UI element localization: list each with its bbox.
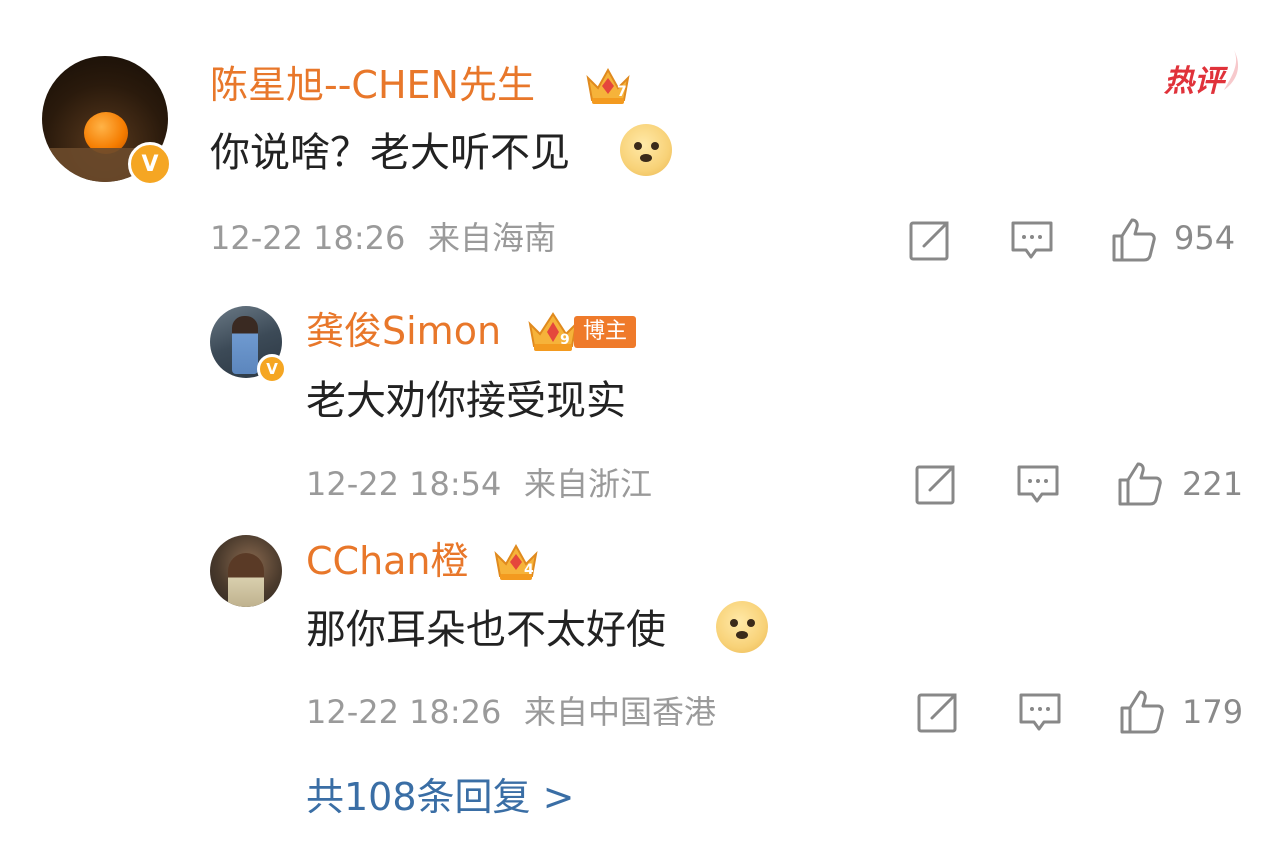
location: 来自中国香港 (524, 693, 717, 731)
username[interactable]: 龚俊Simon (306, 308, 501, 354)
avatar[interactable] (210, 535, 282, 607)
comment-text: 你说啥？老大听不见 (210, 130, 570, 176)
share-icon[interactable] (908, 218, 952, 262)
doge-emoji (620, 124, 672, 176)
comment-icon[interactable] (1018, 690, 1062, 734)
person-figure (228, 553, 264, 607)
location: 来自海南 (428, 219, 557, 257)
comment-text: 老大劝你接受现实 (306, 378, 626, 424)
flame-icon (1224, 50, 1239, 90)
comment-icon[interactable] (1016, 462, 1060, 506)
verified-v-icon: V (128, 142, 172, 186)
blogger-badge: 博主 (574, 316, 636, 348)
verified-v-icon: V (257, 354, 287, 384)
comment-icon[interactable] (1010, 218, 1054, 262)
crown-level: 4 (524, 562, 534, 578)
timestamp: 12-22 18:26 (306, 693, 502, 731)
crown-level: 7 (617, 84, 627, 100)
crown-level: 9 (560, 332, 570, 348)
person-figure (232, 316, 258, 374)
like-icon[interactable] (1110, 216, 1158, 264)
like-count: 954 (1174, 219, 1236, 257)
location: 来自浙江 (524, 465, 653, 503)
comment-text: 那你耳朵也不太好使 (306, 607, 666, 653)
share-icon[interactable] (914, 462, 958, 506)
username[interactable]: CChan橙 (306, 538, 469, 584)
like-icon[interactable] (1118, 688, 1166, 736)
share-icon[interactable] (916, 690, 960, 734)
more-replies-link[interactable]: 共108条回复 > (306, 774, 574, 820)
like-icon[interactable] (1116, 460, 1164, 508)
timestamp: 12-22 18:26 (210, 219, 406, 257)
crown-icon (528, 312, 578, 351)
doge-emoji (716, 601, 768, 653)
like-count: 221 (1182, 465, 1244, 503)
like-count: 179 (1182, 693, 1244, 731)
username[interactable]: 陈星旭--CHEN先生 (210, 62, 535, 108)
timestamp: 12-22 18:54 (306, 465, 502, 503)
hot-comment-badge: 热评 (1164, 64, 1224, 99)
